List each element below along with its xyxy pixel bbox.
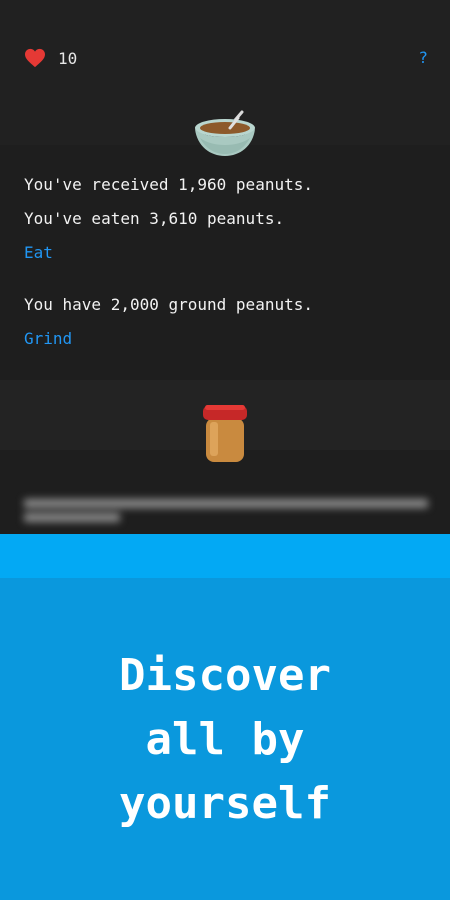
eat-link[interactable]: Eat [24, 243, 53, 262]
peanut-butter-jar-icon [203, 402, 247, 464]
lives-count: 10 [58, 48, 78, 68]
promo-line-1: Discover [119, 650, 331, 701]
promo-line-3: yourself [119, 778, 331, 829]
promo-headline: Discover all by yourself [0, 644, 450, 836]
blurred-hint-text [24, 495, 428, 529]
eaten-text: You've eaten 3,610 peanuts. [24, 209, 285, 228]
game-area: 10 ? You've received 1,960 peanuts. You'… [0, 0, 450, 534]
promo-strip [0, 534, 450, 578]
heart-icon [24, 48, 46, 68]
help-button[interactable]: ? [418, 48, 428, 67]
promo-line-2: all by [145, 714, 305, 765]
promo-banner: Discover all by yourself [0, 534, 450, 900]
bowl-icon [194, 108, 256, 158]
grind-link[interactable]: Grind [24, 329, 72, 348]
ground-text: You have 2,000 ground peanuts. [24, 295, 313, 314]
hud: 10 [24, 48, 77, 68]
received-text: You've received 1,960 peanuts. [24, 175, 313, 194]
